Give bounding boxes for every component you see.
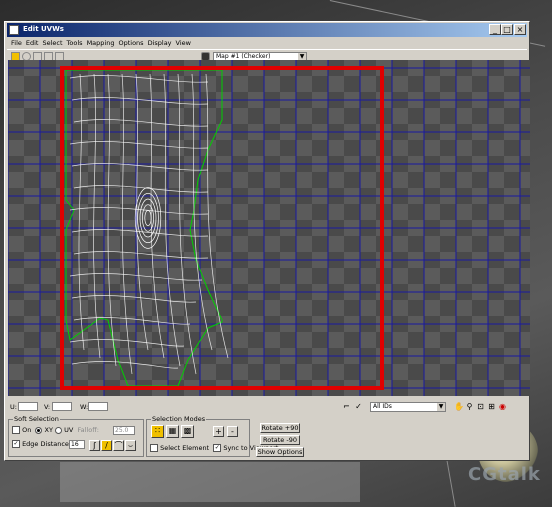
shrink-selection-button[interactable]: - [227,426,238,437]
menu-options[interactable]: Options [118,38,143,49]
rotate-group: Rotate +90 Rotate -90 Show Options [252,419,308,457]
vertex-mode-icon[interactable]: ∷ [151,425,164,438]
sync-viewport-checkbox[interactable]: ✓ [213,444,222,452]
soft-selection-title: Soft Selection [13,415,60,423]
select-element-checkbox[interactable] [150,444,158,452]
menu-tools[interactable]: Tools [67,38,83,49]
zoom-icon[interactable]: ⚲ [465,402,474,411]
v-label: V: [44,403,51,411]
zoom-region-icon[interactable]: ⊡ [476,402,485,411]
uv-mesh-line [163,73,181,367]
edge-distance-checkbox[interactable]: ✓ [12,440,20,448]
falloff-label: Falloff: [77,426,99,434]
soft-selection-on-label: On [22,426,32,434]
uv-mesh-line [191,73,213,351]
rotate-plus-90-button[interactable]: Rotate +90 [260,423,300,433]
title-bar[interactable]: Edit UVWs _ □ × [7,23,527,37]
selection-modes-title: Selection Modes [151,415,207,423]
v-field[interactable] [52,402,72,411]
uv-mesh-line [69,207,209,215]
id-filter-dropdown[interactable]: All IDs ▼ [370,402,446,412]
face-mode-icon[interactable]: ▩ [181,425,194,438]
check-icon[interactable]: ✓ [354,402,363,411]
uv-mesh-line [73,119,209,127]
soft-selection-on-checkbox[interactable] [12,426,20,434]
uv-ear-loop [144,210,152,226]
chevron-down-icon: ▼ [437,403,445,411]
w-field[interactable] [88,402,108,411]
maximize-button[interactable]: □ [501,24,513,35]
select-element-label: Select Element [160,444,210,452]
falloff-field[interactable]: 25.0 [113,426,135,435]
close-button[interactable]: × [514,24,526,35]
uv-ear-loop [142,204,154,232]
uv-mesh-line [71,361,179,369]
id-filter-value: All IDs [373,403,392,410]
uv-mesh-line [93,73,101,359]
u-label: U: [10,403,17,411]
uv-mesh-line [73,251,209,259]
uv-label: UV [64,426,74,434]
uv-mesh-line [71,163,209,171]
uv-mesh-line [149,73,165,359]
zoom-extents-icon[interactable]: ⊞ [487,402,496,411]
background-paper [60,462,360,502]
falloff-slow-icon[interactable]: ⌒ [113,440,124,451]
uv-viewport[interactable] [8,60,530,396]
app-icon [9,25,19,35]
uv-mesh-line [69,339,185,347]
pan-icon[interactable]: ✋ [454,402,464,411]
uv-mesh-line [69,141,209,149]
grow-selection-button[interactable]: + [213,426,224,437]
w-label: W: [80,403,89,411]
menu-edit[interactable]: Edit [26,38,39,49]
uv-ear-loop [134,187,162,249]
edge-mode-icon[interactable]: ▦ [166,425,179,438]
bottom-panel: Soft Selection On XY UV Falloff: 25.0 ✓ … [4,415,530,461]
menu-view[interactable]: View [176,38,191,49]
show-options-button[interactable]: Show Options [256,447,304,457]
falloff-linear-icon[interactable]: / [101,440,112,451]
uv-canvas [8,60,530,396]
xy-radio[interactable] [35,426,43,434]
uv-ear-loop [137,192,159,244]
uv-mesh-line [71,295,197,303]
menu-select[interactable]: Select [42,38,62,49]
rotate-minus-90-button[interactable]: Rotate -90 [260,435,300,445]
edge-distance-field[interactable]: 16 [69,440,85,449]
falloff-fast-icon[interactable]: ⌣ [125,440,136,451]
menu-bar: File Edit Select Tools Mapping Options Display… [7,38,527,49]
soft-selection-group: Soft Selection On XY UV Falloff: 25.0 ✓ … [8,415,144,457]
window-title: Edit UVWs [23,25,64,33]
u-field[interactable] [18,402,38,411]
map-dropdown-value: Map #1 (Checker) [216,53,271,60]
minimize-button[interactable]: _ [489,24,501,35]
menu-file[interactable]: File [11,38,22,49]
falloff-smooth-icon[interactable]: ʃ [89,440,100,451]
coordinate-bar: U: V: W: ⌐ ✓ All IDs ▼ ✋ ⚲ ⊡ ⊞ ◉ [8,400,530,414]
xy-label: XY [44,426,53,434]
menu-display[interactable]: Display [148,38,172,49]
uv-radio[interactable] [55,426,63,434]
uv-mesh-line [78,73,85,351]
watermark: CGtalk [468,464,541,485]
uv-mesh-line [69,75,209,83]
uv-mesh-line [121,73,133,375]
menu-mapping[interactable]: Mapping [87,38,115,49]
uv-mesh-line [71,97,209,105]
lock-icon[interactable]: ⌐ [342,402,351,411]
edge-distance-label: Edge Distance [22,440,69,448]
uv-mesh-line [107,73,117,367]
selection-modes-group: Selection Modes ∷ ▦ ▩ + - Select Element… [146,415,278,457]
render-icon[interactable]: ◉ [498,402,507,411]
uv-mesh-line [205,73,229,359]
